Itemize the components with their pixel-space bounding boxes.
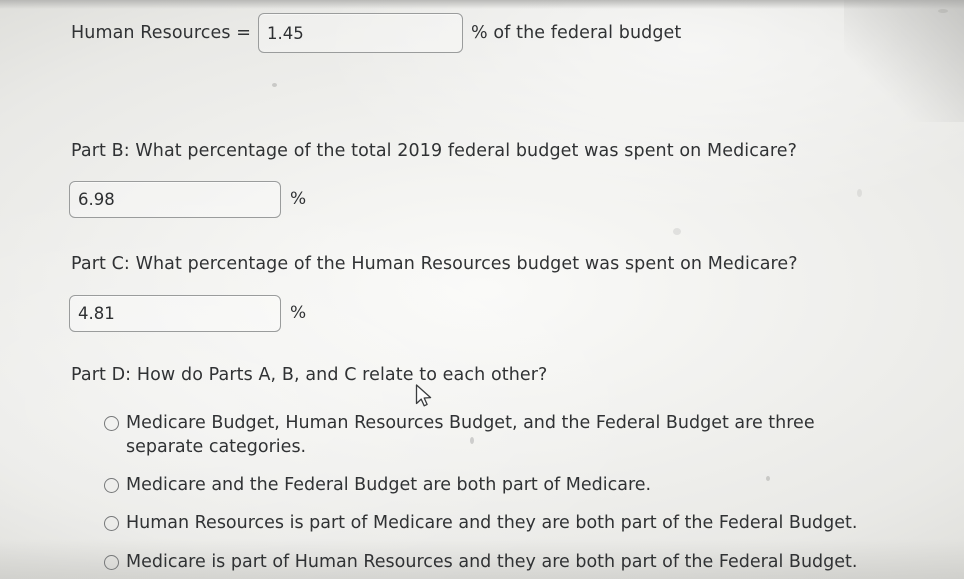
part-d-option-2-label: Medicare and the Federal Budget are both… <box>126 475 652 496</box>
radio-button-icon[interactable] <box>104 516 119 532</box>
part-d-option-1[interactable]: Medicare Budget, Human Resources Budget,… <box>104 411 904 459</box>
part-a-label: Human Resources = <box>71 22 251 43</box>
part-d-option-1-label: Medicare Budget, Human Resources Budget,… <box>126 413 815 458</box>
part-c-question: Part C: What percentage of the Human Res… <box>71 254 798 274</box>
part-b-question: Part B: What percentage of the total 201… <box>71 141 797 161</box>
part-d-option-2[interactable]: Medicare and the Federal Budget are both… <box>104 473 904 497</box>
part-a-row: Human Resources = % of the federal budge… <box>71 13 681 53</box>
radio-button-icon[interactable] <box>104 478 119 494</box>
part-d-question: Part D: How do Parts A, B, and C relate … <box>71 365 548 385</box>
part-a-unit-label: % of the federal budget <box>470 22 682 43</box>
radio-button-icon[interactable] <box>104 554 119 570</box>
part-c-answer-input[interactable] <box>69 295 281 332</box>
part-b-answer-row: % <box>69 181 306 218</box>
part-d-option-3[interactable]: Human Resources is part of Medicare and … <box>104 511 904 535</box>
part-c-unit-label: % <box>290 302 307 323</box>
part-b-answer-input[interactable] <box>69 181 281 218</box>
part-d-options-group: Medicare Budget, Human Resources Budget,… <box>104 411 904 574</box>
part-a-answer-input[interactable] <box>257 13 463 53</box>
part-d-option-4-label: Medicare is part of Human Resources and … <box>126 551 858 572</box>
part-d-option-4[interactable]: Medicare is part of Human Resources and … <box>104 550 904 574</box>
part-c-answer-row: % <box>69 295 306 332</box>
part-b-unit-label: % <box>290 188 307 209</box>
radio-button-icon[interactable] <box>104 416 119 431</box>
part-d-option-3-label: Human Resources is part of Medicare and … <box>126 513 858 534</box>
